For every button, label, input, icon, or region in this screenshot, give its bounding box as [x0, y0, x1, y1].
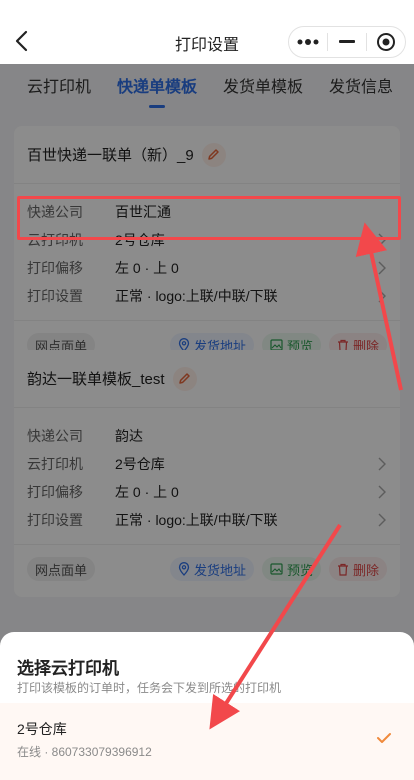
sheet-subtitle: 打印该模板的订单时，任务会下发到所选的打印机 [17, 681, 282, 695]
minimize-icon[interactable] [328, 27, 366, 57]
sheet-title: 选择云打印机 [17, 659, 119, 678]
printer-status: 在线 · 860733079396912 [17, 745, 152, 759]
nav-bar: 打印设置 [0, 0, 414, 64]
check-icon [376, 731, 392, 749]
printer-name: 2号仓库 [17, 721, 67, 737]
close-target-icon[interactable] [367, 27, 405, 57]
more-icon[interactable] [289, 27, 327, 57]
mini-program-capsule [288, 26, 406, 58]
printer-picker-sheet: 选择云打印机 打印该模板的订单时，任务会下发到所选的打印机 2号仓库 在线 · … [0, 632, 414, 780]
printer-option[interactable]: 2号仓库 在线 · 860733079396912 [0, 703, 414, 780]
annotation-highlight-box [17, 196, 401, 240]
